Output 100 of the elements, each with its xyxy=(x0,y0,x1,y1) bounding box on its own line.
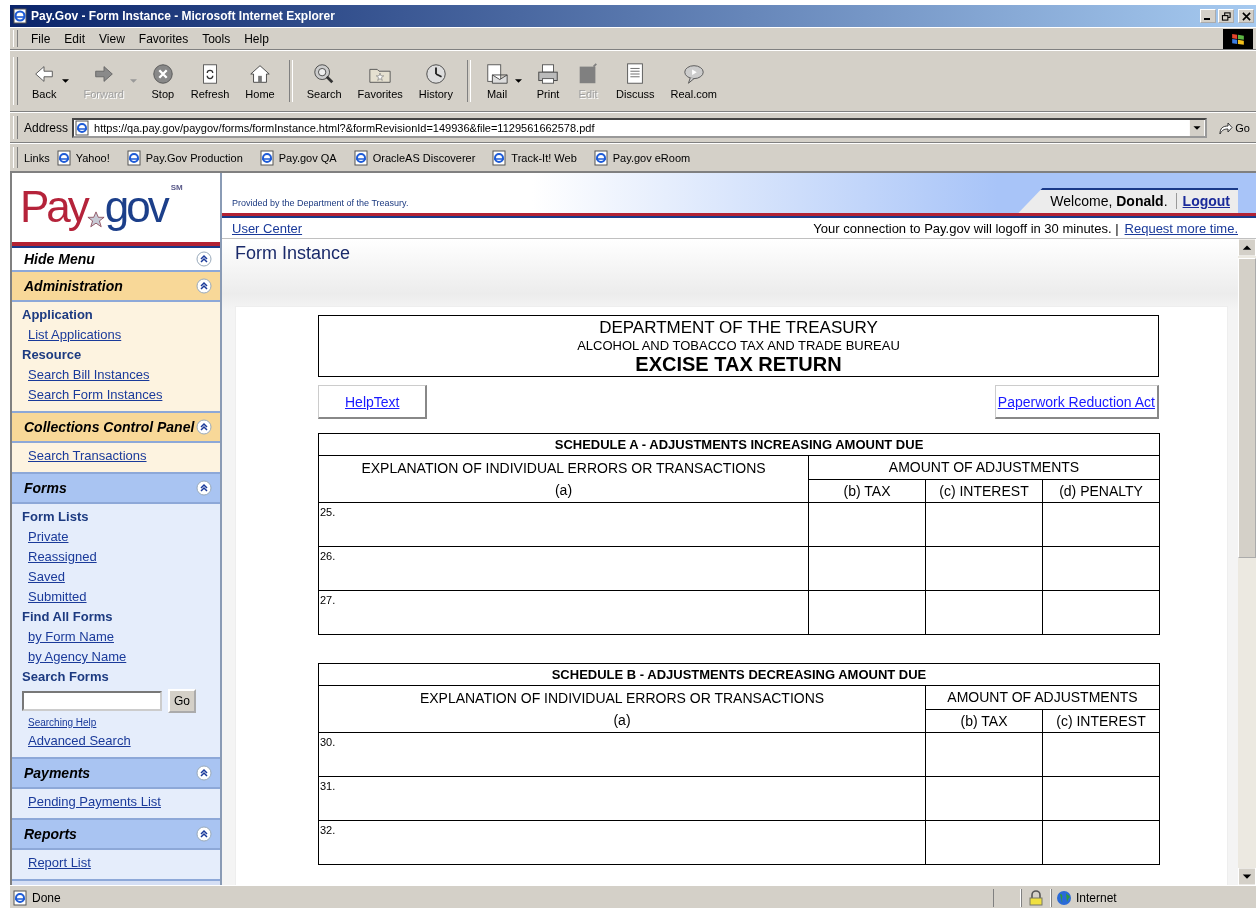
restore-button[interactable] xyxy=(1218,9,1234,23)
page-icon xyxy=(125,149,142,166)
collapse-icon[interactable] xyxy=(196,826,212,842)
section-header[interactable]: Administration xyxy=(12,272,220,302)
windows-logo-icon xyxy=(1220,28,1256,49)
column-header: AMOUNT OF ADJUSTMENTS xyxy=(888,459,1080,476)
favorite-link[interactable]: Yahoo! xyxy=(55,149,110,166)
line-number: 30. xyxy=(319,735,337,750)
menu-item[interactable]: Help xyxy=(237,31,276,46)
menu-link[interactable]: Searching Help xyxy=(22,715,97,731)
toolbar-button[interactable]: History xyxy=(410,59,462,103)
section-header[interactable]: Reports xyxy=(12,820,220,850)
form-heading: DEPARTMENT OF THE TREASURY xyxy=(599,318,878,338)
page-icon xyxy=(258,149,275,166)
line-number: 32. xyxy=(319,823,337,838)
menu-item[interactable]: Tools xyxy=(195,31,238,46)
favorite-link[interactable]: Pay.gov QA xyxy=(258,149,337,166)
welcome-text: Welcome, Donald. xyxy=(1050,193,1168,209)
toolbar-button[interactable]: Real.com xyxy=(662,59,725,103)
section-header[interactable]: Payments xyxy=(12,759,220,789)
menu-link[interactable]: Report List xyxy=(22,853,91,873)
toolbar-button[interactable]: Stop xyxy=(142,59,183,103)
menu-link[interactable]: Reassigned xyxy=(22,547,97,567)
close-button[interactable] xyxy=(1238,9,1254,23)
scroll-up-icon[interactable] xyxy=(1238,239,1256,256)
menu-link[interactable]: by Form Name xyxy=(22,627,114,647)
collapse-icon[interactable] xyxy=(196,480,212,496)
menu-link[interactable]: Search Bill Instances xyxy=(22,365,150,385)
collapse-icon[interactable] xyxy=(196,765,212,781)
line-number: 25. xyxy=(319,505,337,520)
toolbar-button[interactable]: Refresh xyxy=(182,59,238,103)
column-header: EXPLANATION OF INDIVIDUAL ERRORS OR TRANSACTIONS xyxy=(418,689,826,708)
menu-link[interactable]: Search Transactions xyxy=(22,446,147,466)
clock-icon xyxy=(423,61,448,86)
logout-link[interactable]: Logout xyxy=(1175,193,1230,209)
vertical-scrollbar[interactable] xyxy=(1238,239,1256,885)
menu-item[interactable]: View xyxy=(92,31,132,46)
page-icon xyxy=(55,149,72,166)
menu-link[interactable]: Search Form Instances xyxy=(22,385,163,405)
dropdown-arrow-icon[interactable] xyxy=(515,78,523,84)
form-link-button[interactable]: Paperwork Reduction Act xyxy=(994,385,1159,419)
window-title: Pay.Gov - Form Instance - Microsoft Internet Explorer xyxy=(31,9,335,23)
mail-icon xyxy=(485,61,510,86)
status-text: Done xyxy=(10,890,993,906)
page-title: Form Instance xyxy=(235,243,352,265)
menu-heading: Resource xyxy=(22,346,82,364)
toolbar-button[interactable]: Favorites xyxy=(349,59,411,103)
hide-menu-button[interactable]: Hide Menu xyxy=(12,248,220,272)
menu-link[interactable]: Submitted xyxy=(22,587,87,607)
go-button[interactable]: Go xyxy=(1207,119,1256,136)
favorite-link[interactable]: Track-It! Web xyxy=(491,149,577,166)
star-icon xyxy=(86,211,105,229)
section-header[interactable]: Forms xyxy=(12,474,220,504)
collapse-icon[interactable] xyxy=(196,419,212,435)
user-center-link[interactable]: User Center xyxy=(232,220,303,236)
menu-link[interactable]: Private xyxy=(22,527,69,547)
go-button[interactable]: Go xyxy=(168,689,196,713)
minimize-button[interactable] xyxy=(1200,9,1216,23)
favorite-link[interactable]: Pay.Gov Production xyxy=(125,149,243,166)
toolbar-button[interactable]: Search xyxy=(298,59,350,103)
menu-item[interactable]: File xyxy=(24,31,58,46)
toolbar-button[interactable]: Mail xyxy=(477,59,518,103)
scroll-down-icon[interactable] xyxy=(1238,868,1256,885)
menu-heading: Application xyxy=(22,306,93,324)
toolbar-button[interactable]: Print xyxy=(528,59,569,103)
globe-icon xyxy=(1056,890,1072,906)
menu-item[interactable]: Edit xyxy=(57,31,93,46)
page-icon xyxy=(74,119,91,136)
menu-heading: Form Lists xyxy=(22,508,89,526)
session-notice: Your connection to Pay.gov will logoff in 30 minutes. | xyxy=(813,220,1119,236)
favorite-link[interactable]: Pay.gov eRoom xyxy=(592,149,691,166)
menu-link[interactable]: Advanced Search xyxy=(22,731,131,751)
line-number: 27. xyxy=(319,593,337,608)
section-header[interactable]: Collections Control Panel xyxy=(12,413,220,443)
restore-icon xyxy=(1220,11,1232,21)
toolbar-button[interactable]: Home xyxy=(237,59,283,103)
search-field[interactable] xyxy=(22,691,162,711)
menu-item[interactable]: Favorites xyxy=(131,31,196,46)
menu-link[interactable]: by Agency Name xyxy=(22,647,127,667)
dropdown-arrow-icon[interactable] xyxy=(62,78,70,84)
menu-link[interactable]: Pending Payments List xyxy=(22,792,161,812)
menu-heading: Search Forms xyxy=(22,668,109,686)
column-header: (b) TAX xyxy=(843,482,891,499)
favorite-link[interactable]: OracleAS Discoverer xyxy=(352,149,476,166)
toolbar-button[interactable]: Back xyxy=(24,59,65,103)
toolbar-button[interactable]: Discuss xyxy=(608,59,663,103)
security-zone: Internet xyxy=(1051,889,1256,907)
minimize-icon xyxy=(1203,18,1210,20)
printer-icon xyxy=(536,61,561,86)
menu-link[interactable]: Saved xyxy=(22,567,65,587)
line-number: 31. xyxy=(319,779,337,794)
form-link-button[interactable]: HelpText xyxy=(318,385,428,419)
collapse-icon[interactable] xyxy=(196,251,212,267)
column-header: EXPLANATION OF INDIVIDUAL ERRORS OR TRANSACTIONS xyxy=(360,459,767,478)
address-field[interactable]: https://qa.pay.gov/paygov/forms/formInstance.html?&formRevisionId=149936&file=1129561662578.pdf xyxy=(72,117,1208,138)
collapse-icon[interactable] xyxy=(196,278,212,294)
request-time-link[interactable]: Request more time. xyxy=(1124,220,1238,236)
column-header: (c) INTEREST xyxy=(1056,712,1146,729)
schedule-title: SCHEDULE A - ADJUSTMENTS INCREASING AMOUNT DUE xyxy=(554,437,924,452)
menu-link[interactable]: List Applications xyxy=(22,325,122,345)
